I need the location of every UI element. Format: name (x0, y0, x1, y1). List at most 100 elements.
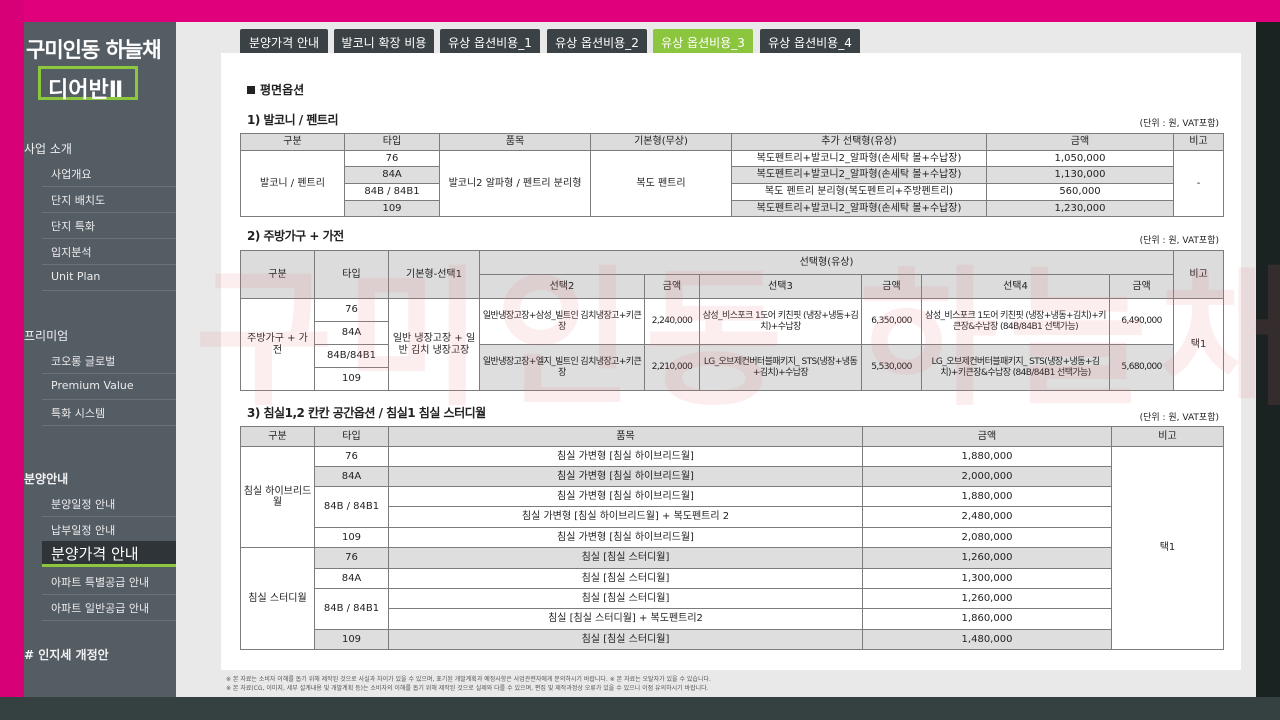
balcony-pantry-table: 구분 타입 품목 기본형(무상) 추가 선택형(유상) 금액 비고 발코니 / … (240, 133, 1224, 217)
table1-title: 1) 발코니 / 펜트리 (247, 113, 339, 127)
table3-item: 침실 [침실 스터디월] (388, 547, 863, 569)
table3-price: 2,080,000 (862, 527, 1112, 548)
tab-option-4[interactable]: 유상 옵션비용_4 (760, 29, 860, 54)
table-row: 84B / 84B1 침실 [침실 스터디월] 1,260,000 (241, 588, 1224, 630)
table3-type: 76 (314, 446, 389, 467)
table2-type: 84A (314, 321, 389, 345)
table3-category: 침실 하이브리드월 (240, 446, 315, 548)
table1-price: 560,000 (986, 183, 1174, 201)
sidebar-item-overview[interactable]: 사업개요 (42, 161, 176, 187)
table1-type: 84B / 84B1 (344, 183, 440, 201)
table-row: 침실 하이브리드월 76 침실 가변형 [침실 하이브리드월] 1,880,00… (240, 446, 1224, 650)
footnote: ※ 본 자료(CG, 이미지, 세부 설계내용 및 개발계획 등)는 소비자의 … (226, 685, 709, 692)
sidebar-item-site-plan[interactable]: 단지 배치도 (42, 187, 176, 213)
table2-price3: 5,530,000 (861, 344, 922, 391)
tab-balcony-extension[interactable]: 발코니 확장 비용 (334, 29, 434, 54)
table3-header: 비고 (1111, 426, 1224, 447)
table1-header: 구분 (240, 133, 345, 151)
frame-right-border (1256, 22, 1280, 720)
sidebar-item-special-supply[interactable]: 아파트 특별공급 안내 (42, 569, 176, 595)
table1-unit-note: (단위 : 원, VAT포함) (1139, 119, 1219, 129)
table2-price4: 6,490,000 (1108, 298, 1175, 345)
table3-type: 84A (314, 568, 389, 589)
tab-sales-price[interactable]: 분양가격 안내 (240, 29, 328, 54)
sidebar-item-unit-plan[interactable]: Unit Plan (42, 265, 176, 291)
sidebar: 구미인동 하늘채 디어반Ⅱ 사업 소개 사업개요 단지 배치도 단지 특화 입지… (24, 22, 176, 697)
tab-option-2[interactable]: 유상 옵션비용_2 (547, 29, 647, 54)
table1-note: - (1173, 150, 1224, 217)
sidebar-item-sales-schedule[interactable]: 분양일정 안내 (42, 491, 176, 517)
sidebar-section-stamp-tax[interactable]: # 인지세 개정안 (24, 646, 109, 663)
table3-price: 1,260,000 (862, 588, 1112, 609)
table2-sel4: LG_오브제컨버터블패키지_ STS(냉장+냉동+김치)+키큰장&수납장 (84… (921, 344, 1110, 391)
table2-sel2: 일반냉장고장+삼성_빌트인 김치냉장고+키큰장 (479, 298, 645, 345)
table3-item: 침실 [침실 스터디월] (388, 588, 863, 609)
table2-type: 109 (314, 367, 389, 391)
table2-type: 76 (314, 298, 389, 322)
table1-option: 복도펜트리+발코니2_알파형(손세탁 볼+수납장) (731, 166, 987, 184)
table1-category: 발코니 / 펜트리 (240, 150, 345, 217)
table3-unit-note: (단위 : 원, VAT포함) (1139, 413, 1219, 423)
tab-option-1[interactable]: 유상 옵션비용_1 (440, 29, 540, 54)
table-row: 84A 침실 가변형 [침실 하이브리드월] 2,000,000 (241, 466, 1224, 487)
table1-type: 84A (344, 166, 440, 184)
tab-option-3[interactable]: 유상 옵션비용_3 (653, 29, 753, 54)
table2-header: 선택4 (921, 274, 1110, 299)
table3-item: 침실 가변형 [침실 하이브리드월] (388, 466, 863, 487)
section-heading-text: 평면옵션 (260, 83, 305, 97)
table-row: 84A 침실 [침실 스터디월] 1,300,000 (241, 568, 1224, 589)
brand-logo[interactable]: 디어반Ⅱ (38, 66, 138, 103)
table3-note: 택1 (1111, 446, 1224, 650)
sidebar-item-price-info[interactable]: 분양가격 안내 (42, 541, 176, 567)
square-bullet-icon (247, 86, 255, 94)
table-row: 84B / 84B1 침실 가변형 [침실 하이브리드월] 1,880,000 (241, 486, 1224, 528)
sidebar-item-kolon-global[interactable]: 코오롱 글로벌 (42, 348, 176, 374)
table2-price2: 2,240,000 (644, 298, 700, 345)
table2-header: 구분 (240, 250, 315, 299)
table3-price: 1,880,000 (862, 486, 1112, 507)
table1-header: 타입 (344, 133, 440, 151)
table1-item: 발코니2 알파형 / 펜트리 분리형 (439, 150, 591, 217)
table-row: 84B / 84B1 복도 펜트리 분리형(복도펜트리+주방펜트리) 560,0… (241, 183, 1224, 201)
table2-header: 타입 (314, 250, 389, 299)
sidebar-item-special-system[interactable]: 특화 시스템 (42, 400, 176, 426)
table3-item: 침실 가변형 [침실 하이브리드월] + 복도펜트리 2 (388, 506, 863, 528)
table3-price: 2,000,000 (862, 466, 1112, 487)
brand-logo-text: 디어반Ⅱ (48, 78, 124, 103)
sidebar-section-sales[interactable]: 분양안내 (24, 470, 68, 487)
section-heading: 평면옵션 (247, 81, 304, 98)
sidebar-item-general-supply[interactable]: 아파트 일반공급 안내 (42, 595, 176, 621)
sidebar-section-premium[interactable]: 프리미엄 (24, 327, 68, 344)
table1-header: 금액 (986, 133, 1174, 151)
table3-price: 2,480,000 (862, 506, 1112, 528)
table3-price: 1,260,000 (862, 547, 1112, 569)
table-row: 84A 복도펜트리+발코니2_알파형(손세탁 볼+수납장) 1,130,000 (241, 166, 1224, 184)
table2-basic: 일반 냉장고장 + 일반 김치 냉장고장 (388, 298, 480, 391)
table3-price: 1,860,000 (862, 608, 1112, 630)
table-row: 주방가구 + 가전 76 일반 냉장고장 + 일반 김치 냉장고장 일반냉장고장… (240, 298, 1225, 391)
bedroom-option-table: 구분 타입 품목 금액 비고 침실 하이브리드월 76 침실 가변형 [침실 하… (240, 426, 1224, 650)
table1-price: 1,050,000 (986, 150, 1174, 167)
table3-type: 84B / 84B1 (314, 588, 389, 630)
table2-header: 금액 (861, 274, 922, 299)
table2-category: 주방가구 + 가전 (240, 298, 315, 391)
table2-sel3: LG_오브제컨버터블패키지_ STS(냉장+냉동+김치)+수납장 (699, 344, 862, 391)
table3-item: 침실 가변형 [침실 하이브리드월] (388, 446, 863, 467)
sidebar-item-location[interactable]: 입지분석 (42, 239, 176, 265)
frame-left-border (0, 0, 24, 720)
table-row: 109 침실 [침실 스터디월] 1,480,000 (241, 629, 1224, 650)
table3-item: 침실 [침실 스터디월] + 복도펜트리2 (388, 608, 863, 630)
table1-type: 76 (344, 150, 440, 167)
sidebar-item-complex-special[interactable]: 단지 특화 (42, 213, 176, 239)
table1-option: 복도펜트리+발코니2_알파형(손세탁 볼+수납장) (731, 200, 987, 217)
table1-header: 추가 선택형(유상) (731, 133, 987, 151)
content-panel: 평면옵션 1) 발코니 / 펜트리 (단위 : 원, VAT포함) 구분 타입 … (221, 53, 1241, 670)
sidebar-section-business[interactable]: 사업 소개 (24, 140, 72, 157)
table3-item: 침실 [침실 스터디월] (388, 568, 863, 589)
table-row: 침실 [침실 스터디월] + 복도펜트리2 1,860,000 (241, 608, 1224, 630)
sidebar-item-payment-schedule[interactable]: 납부일정 안내 (42, 517, 176, 543)
table1-basic: 복도 펜트리 (590, 150, 732, 217)
sidebar-item-premium-value[interactable]: Premium Value (42, 374, 176, 400)
table-row: 침실 가변형 [침실 하이브리드월] + 복도펜트리 2 2,480,000 (241, 506, 1224, 528)
brand-title[interactable]: 구미인동 하늘채 (26, 34, 162, 64)
